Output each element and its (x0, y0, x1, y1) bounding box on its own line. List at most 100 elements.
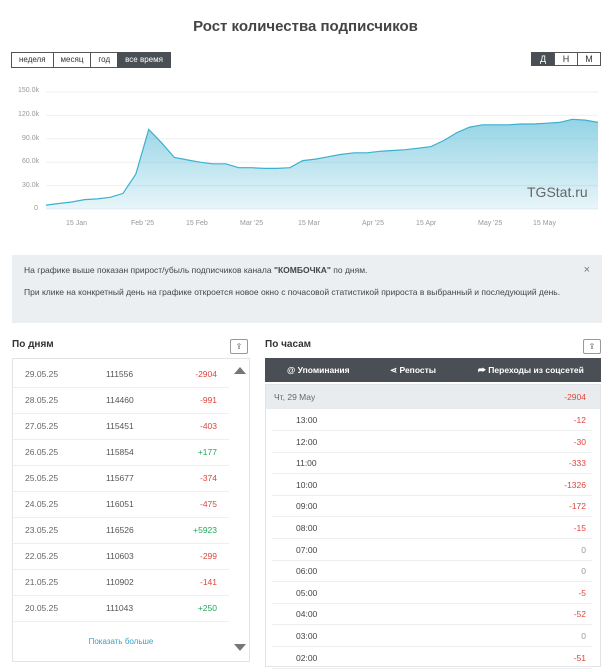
x-tick-label: 15 Jan (66, 220, 88, 227)
table-row[interactable]: 27.05.25 115451 -403 (13, 413, 229, 439)
close-icon[interactable]: × (584, 264, 590, 276)
days-export-icon[interactable]: ⇪ (230, 339, 248, 354)
row-subscriber-count: 111556 (106, 369, 134, 379)
row-divider (13, 465, 229, 466)
row-date: 29.05.25 (25, 369, 59, 379)
row-delta: +250 (197, 603, 217, 613)
hour-time: 09:00 (296, 501, 318, 512)
table-row[interactable]: 23.05.25 116526 +5923 (13, 517, 229, 543)
x-tick-label: 15 Mar (298, 220, 320, 227)
row-delta: +177 (197, 447, 217, 457)
table-row[interactable]: 22.05.25 110603 -299 (13, 543, 229, 569)
granularity-month-button[interactable]: М (577, 52, 601, 66)
hour-row: 11:00 -333 (266, 452, 600, 474)
x-tick-label: Feb '25 (131, 220, 155, 227)
row-date: 22.05.25 (25, 551, 59, 561)
info-banner: На графике выше показан прирост/убыль по… (12, 255, 602, 323)
row-divider (272, 667, 592, 669)
hour-time: 02:00 (296, 652, 318, 663)
granularity-week-button[interactable]: Н (554, 52, 578, 66)
tgstat-watermark: TGStat.ru (527, 184, 588, 200)
range-all-time-button[interactable]: все время (117, 52, 171, 68)
x-tick-label: Mar '25 (240, 220, 264, 227)
page-title: Рост количества подписчиков (193, 18, 418, 35)
hour-delta: -52 (573, 609, 586, 620)
hour-delta: -12 (573, 415, 586, 425)
row-divider (13, 413, 229, 414)
scroll-up-icon[interactable] (234, 367, 246, 374)
hour-time: 05:00 (296, 587, 318, 598)
row-date: 28.05.25 (25, 395, 59, 405)
hour-delta: -5 (578, 587, 586, 598)
row-date: 23.05.25 (25, 525, 59, 535)
day-total: -2904 (564, 392, 586, 402)
row-divider (13, 595, 229, 596)
granularity-day-button[interactable]: Д (531, 52, 555, 66)
show-more-link[interactable]: Показать больше (13, 637, 229, 646)
share-icon: ⋖ (390, 365, 398, 375)
row-divider (13, 439, 229, 440)
table-row[interactable]: 24.05.25 116051 -475 (13, 491, 229, 517)
hour-row: 12:00 -30 (266, 431, 600, 453)
tab-social-transitions[interactable]: ⮫ Переходы из соцсетей (478, 358, 584, 382)
row-subscriber-count: 115451 (106, 421, 134, 431)
row-delta: -2904 (195, 369, 217, 379)
chart-area (45, 91, 599, 210)
tab-reposts[interactable]: ⋖ Репосты (390, 358, 436, 382)
table-row[interactable]: 25.05.25 115677 -374 (13, 465, 229, 491)
hour-delta: -15 (573, 523, 586, 533)
row-date: 21.05.25 (25, 577, 59, 587)
hour-time: 08:00 (296, 523, 318, 533)
row-date: 25.05.25 (25, 473, 59, 483)
hour-time: 11:00 (296, 458, 317, 469)
hour-row: 05:00 -5 (266, 582, 600, 604)
day-label: Чт, 29 May (274, 392, 316, 402)
redirect-icon: ⮫ (478, 365, 486, 375)
row-date: 24.05.25 (25, 499, 59, 509)
hour-row: 03:00 0 (266, 625, 600, 647)
row-divider (13, 569, 229, 570)
subscribers-chart[interactable]: 150.0k 120.0k 90.0k 60.0k 30.0k 0 15 Jan… (0, 80, 611, 240)
hour-delta: -1326 (564, 479, 586, 490)
row-divider (13, 543, 229, 544)
scroll-down-icon[interactable] (234, 644, 246, 651)
hour-row: 07:00 0 (266, 539, 600, 561)
row-divider (13, 491, 229, 492)
days-table: 29.05.25 111556 -2904 28.05.25 114460 -991 27.… (12, 358, 250, 662)
table-row[interactable]: 26.05.25 115854 +177 (13, 439, 229, 465)
table-row[interactable]: 21.05.25 110902 -141 (13, 569, 229, 595)
x-tick-label: 15 Feb (186, 220, 208, 227)
days-section-title: По дням (12, 339, 54, 350)
table-row[interactable]: 20.05.25 111043 +250 (13, 595, 229, 621)
row-subscriber-count: 116051 (106, 499, 134, 509)
hour-delta: -333 (568, 458, 586, 469)
hour-row: 13:00 -12 (266, 409, 600, 431)
hour-delta: -30 (573, 436, 586, 447)
row-delta: -403 (199, 421, 217, 431)
x-tick-label: Apr '25 (362, 220, 384, 227)
hour-delta: -172 (568, 501, 586, 512)
hour-row: 08:00 -15 (266, 517, 600, 539)
hour-row: 02:00 -51 (266, 647, 600, 669)
range-week-button[interactable]: неделя (11, 52, 54, 68)
range-month-button[interactable]: месяц (52, 52, 92, 68)
hour-time: 12:00 (296, 436, 318, 447)
tab-mentions[interactable]: @ Упоминания (287, 358, 350, 382)
hour-time: 13:00 (296, 415, 318, 425)
hour-delta: 0 (581, 544, 586, 555)
row-divider (13, 387, 229, 388)
range-year-button[interactable]: год (90, 52, 119, 68)
row-subscriber-count: 111043 (106, 603, 134, 613)
row-subscriber-count: 110902 (106, 577, 134, 587)
row-date: 27.05.25 (25, 421, 59, 431)
hours-export-icon[interactable]: ⇪ (583, 339, 601, 354)
hour-time: 04:00 (296, 609, 318, 620)
table-row[interactable]: 29.05.25 111556 -2904 (13, 361, 229, 387)
at-icon: @ (287, 365, 296, 375)
table-row[interactable]: 28.05.25 114460 -991 (13, 387, 229, 413)
x-tick-label: 15 Apr (416, 220, 437, 227)
row-date: 26.05.25 (25, 447, 59, 457)
hours-tabs: @ Упоминания ⋖ Репосты ⮫ Переходы из соц… (265, 358, 601, 382)
row-subscriber-count: 116526 (106, 525, 134, 535)
hours-section-title: По часам (265, 339, 312, 350)
